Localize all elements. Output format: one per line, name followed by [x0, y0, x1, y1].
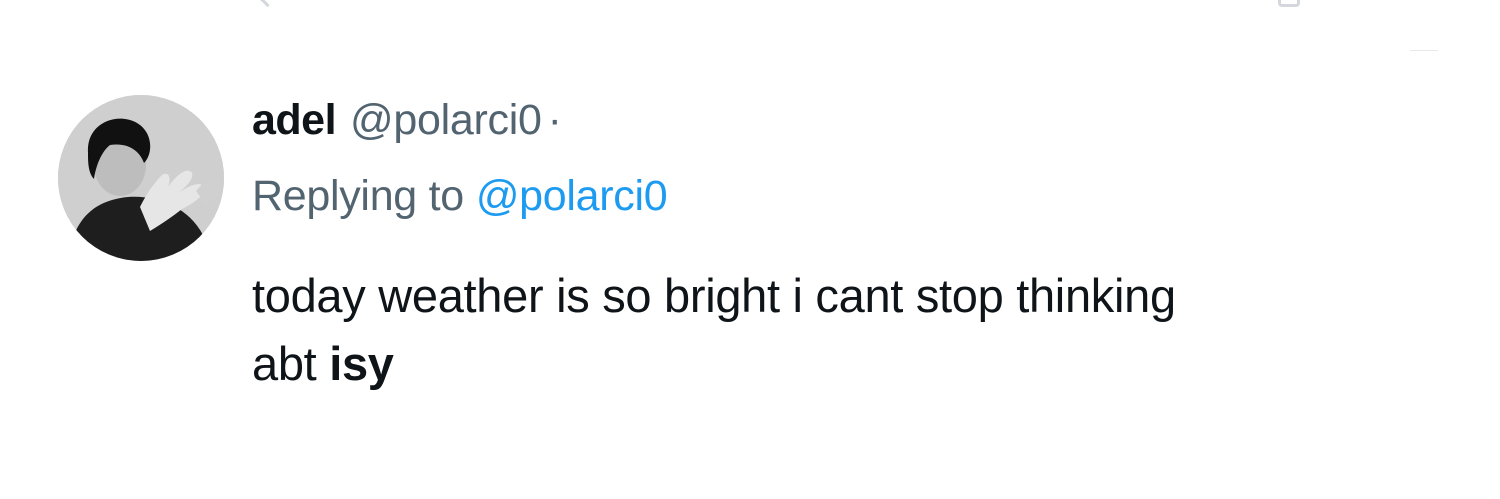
divider	[1410, 50, 1438, 51]
tweet-text: today weather is so bright i cant stop t…	[252, 262, 1432, 398]
tweet-text-line-2: abt isy	[252, 330, 1432, 398]
replying-to: Replying to @polarci0	[252, 172, 668, 221]
display-name[interactable]: adel	[252, 96, 337, 145]
tweet-header: adel @polarci0 ·	[252, 96, 562, 148]
chevron-icon	[259, 0, 276, 8]
share-icon	[1278, 0, 1300, 7]
replying-to-label: Replying to	[252, 172, 464, 220]
avatar-photo-icon	[58, 95, 224, 261]
tweet-text-line-2-prefix: abt	[252, 337, 330, 390]
replying-to-handle-link[interactable]: @polarci0	[476, 172, 668, 220]
avatar[interactable]	[58, 95, 224, 261]
tweet-text-line-1: today weather is so bright i cant stop t…	[252, 269, 1176, 322]
tweet-text-bold-word: isy	[329, 337, 394, 390]
separator-dot: ·	[547, 96, 562, 144]
tweet-screenshot: { "tweet": { "author": { "display_name":…	[0, 0, 1500, 499]
author-handle[interactable]: @polarci0	[350, 96, 542, 145]
